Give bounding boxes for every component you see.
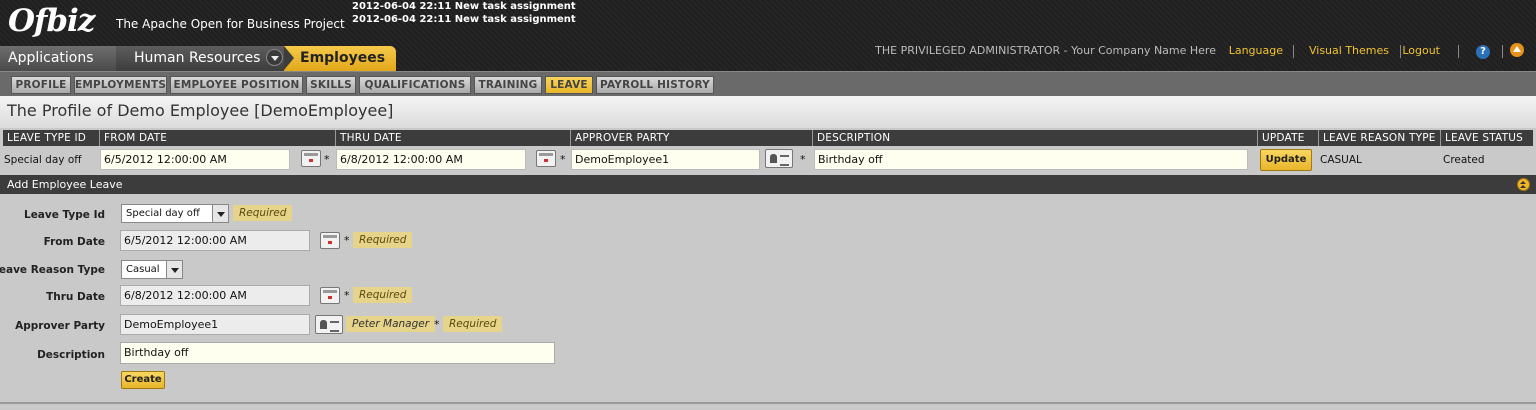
approver-name: Peter Manager: [346, 316, 436, 332]
calendar-icon[interactable]: [320, 287, 340, 304]
divider: [1458, 45, 1459, 58]
divider: [1502, 45, 1503, 58]
leave-reason-label: Leave Reason Type: [0, 264, 105, 276]
from-date-label: From Date: [43, 236, 105, 248]
column-header: THRU DATE: [336, 130, 571, 146]
leave-type-select[interactable]: Special day off: [121, 204, 229, 223]
column-header: LEAVE STATUS: [1441, 130, 1533, 146]
party-lookup-icon[interactable]: [765, 149, 793, 168]
tab-employments[interactable]: EMPLOYMENTS: [74, 76, 167, 94]
human-resources-label: Human Resources: [134, 50, 261, 66]
chevron-down-icon[interactable]: [212, 205, 228, 222]
thru-date-field[interactable]: 6/8/2012 12:00:00 AM: [120, 285, 310, 306]
collapse-header-icon[interactable]: [1510, 43, 1524, 57]
calendar-icon[interactable]: [301, 150, 321, 167]
human-resources-menu[interactable]: Human Resources: [116, 46, 284, 71]
party-lookup-icon[interactable]: [315, 315, 343, 334]
required-marker: *: [800, 153, 806, 166]
tab-qualifications[interactable]: QUALIFICATIONS: [359, 76, 471, 94]
logout-link[interactable]: Logout: [1402, 44, 1440, 57]
app-tagline: The Apache Open for Business Project: [116, 17, 345, 31]
leave-reason-select[interactable]: Casual: [121, 260, 183, 279]
notification-item[interactable]: 2012-06-04 22:11 New task assignment: [352, 0, 576, 13]
tab-payroll-history[interactable]: PAYROLL HISTORY: [596, 76, 714, 94]
app-header: Ofbiz The Apache Open for Business Proje…: [0, 0, 1536, 91]
description-field[interactable]: Birthday off: [120, 342, 555, 364]
applications-label: Applications: [8, 50, 94, 66]
application-bar: Applications Human Resources Employees: [0, 46, 1536, 91]
tab-employee-position[interactable]: EMPLOYEE POSITION: [170, 76, 303, 94]
tab-skills[interactable]: SKILLS: [306, 76, 356, 94]
thru-date-input[interactable]: 6/8/2012 12:00:00 AM: [336, 149, 526, 170]
leave-status-cell: Created: [1443, 154, 1485, 166]
page-title: The Profile of Demo Employee [DemoEmploy…: [0, 96, 1536, 128]
add-employee-leave-form: Leave Type Id Special day off Required F…: [0, 194, 1536, 404]
description-input[interactable]: Birthday off: [814, 149, 1248, 170]
tab-training[interactable]: TRAINING: [474, 76, 542, 94]
leave-type-label: Leave Type Id: [24, 209, 105, 221]
description-label: Description: [37, 349, 105, 361]
column-header: LEAVE REASON TYPE: [1319, 130, 1441, 146]
from-date-field[interactable]: 6/5/2012 12:00:00 AM: [120, 230, 310, 251]
approver-party-input[interactable]: DemoEmployee1: [571, 149, 760, 170]
thru-date-label: Thru Date: [46, 291, 105, 303]
table-row: Special day off 6/5/2012 12:00:00 AM * 6…: [3, 147, 1533, 173]
required-marker: *: [344, 234, 350, 247]
chevron-down-icon[interactable]: [266, 48, 284, 66]
collapse-icon[interactable]: [1517, 178, 1530, 191]
required-marker: *: [434, 318, 440, 331]
help-icon[interactable]: ?: [1476, 45, 1490, 59]
breadcrumb-separator: [284, 46, 294, 70]
leave-table-header: LEAVE TYPE ID FROM DATE THRU DATE APPROV…: [3, 130, 1533, 146]
ofbiz-logo[interactable]: Ofbiz: [8, 3, 95, 39]
applications-menu[interactable]: Applications: [0, 46, 116, 91]
column-header: FROM DATE: [100, 130, 336, 146]
employee-tab-bar: PROFILE EMPLOYMENTS EMPLOYEE POSITION SK…: [0, 71, 1536, 96]
calendar-icon[interactable]: [536, 150, 556, 167]
required-hint: Required: [443, 316, 503, 332]
column-header: DESCRIPTION: [813, 130, 1258, 146]
divider: [1293, 45, 1294, 58]
column-header: APPROVER PARTY: [571, 130, 813, 146]
user-company-label: THE PRIVILEGED ADMINISTRATOR - Your Comp…: [875, 44, 1216, 57]
chevron-down-icon[interactable]: [166, 261, 182, 278]
required-marker: *: [560, 153, 566, 166]
from-date-input[interactable]: 6/5/2012 12:00:00 AM: [100, 149, 290, 170]
approver-party-label: Approver Party: [15, 320, 105, 332]
create-button[interactable]: Create: [121, 371, 165, 389]
tab-leave[interactable]: LEAVE: [545, 76, 593, 94]
leave-type-value: Special day off: [126, 208, 200, 219]
column-header: UPDATE: [1258, 130, 1319, 146]
leave-reason-value: Casual: [126, 264, 160, 275]
update-button[interactable]: Update: [1260, 149, 1312, 171]
employees-app-tab[interactable]: Employees: [284, 46, 396, 71]
notification-item[interactable]: 2012-06-04 22:11 New task assignment: [352, 13, 576, 26]
required-marker: *: [324, 153, 330, 166]
required-marker: *: [344, 289, 350, 302]
leave-reason-cell: CASUAL: [1320, 154, 1362, 166]
language-link[interactable]: Language: [1229, 44, 1283, 57]
add-employee-leave-header: Add Employee Leave: [0, 175, 1536, 194]
required-hint: Required: [353, 287, 413, 303]
required-hint: Required: [233, 205, 293, 221]
calendar-icon[interactable]: [320, 232, 340, 249]
visual-themes-link[interactable]: Visual Themes: [1309, 44, 1389, 57]
leave-type-cell: Special day off: [4, 154, 82, 166]
divider: [1400, 45, 1401, 58]
tab-profile[interactable]: PROFILE: [11, 76, 71, 94]
section-title: Add Employee Leave: [7, 178, 123, 191]
required-hint: Required: [353, 232, 413, 248]
column-header: LEAVE TYPE ID: [3, 130, 100, 146]
notification-list: 2012-06-04 22:11 New task assignment 201…: [352, 0, 576, 26]
approver-party-field[interactable]: DemoEmployee1: [120, 314, 310, 335]
